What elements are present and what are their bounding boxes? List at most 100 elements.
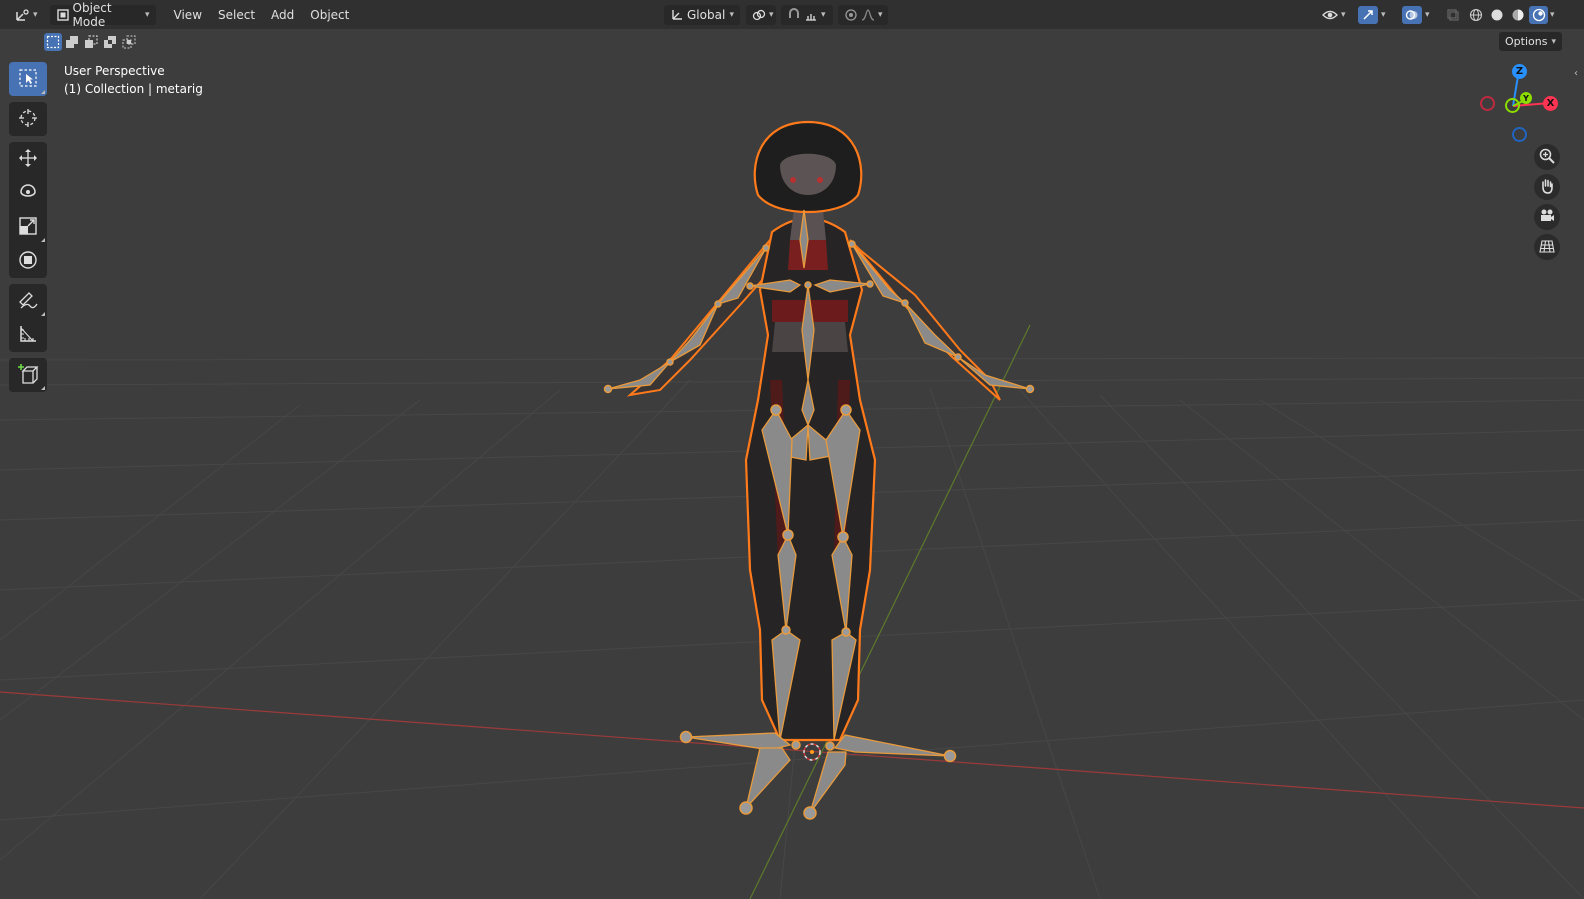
- viewport-canvas: [0, 120, 1584, 899]
- chevron-down-icon: ▾: [33, 9, 38, 20]
- rotate-icon: [18, 182, 38, 205]
- gizmo-icon: [1358, 5, 1378, 24]
- object-mode-icon: [56, 8, 70, 22]
- annotate-tool[interactable]: [9, 284, 47, 318]
- gizmo-z-label: Z: [1515, 66, 1524, 77]
- gizmo-x-axis[interactable]: X: [1543, 96, 1558, 111]
- camera-view-button[interactable]: [1534, 204, 1560, 230]
- cursor-tool[interactable]: [9, 102, 47, 136]
- pivot-point-dropdown[interactable]: ▾: [746, 4, 776, 25]
- pan-button[interactable]: [1534, 174, 1560, 200]
- gizmo-x-label: X: [1546, 98, 1555, 109]
- tool-variants-marker: [41, 312, 45, 316]
- measure-tool[interactable]: [9, 318, 47, 352]
- zoom-icon: [1539, 148, 1555, 167]
- chevron-down-icon: ▾: [878, 9, 883, 20]
- measure-icon: [18, 324, 38, 347]
- menu-select[interactable]: Select: [210, 8, 263, 22]
- select-new-icon[interactable]: [44, 32, 62, 51]
- select-difference-icon[interactable]: [101, 33, 119, 51]
- scale-tool[interactable]: [9, 210, 47, 244]
- cursor-icon: [18, 108, 38, 131]
- ortho-toggle-button[interactable]: [1534, 234, 1560, 260]
- select-box-tool[interactable]: [9, 62, 47, 96]
- pivot-point-icon: [752, 8, 766, 22]
- material-shading-icon[interactable]: [1508, 6, 1527, 24]
- hand-icon: [1539, 178, 1555, 197]
- tool-settings-bar: [0, 29, 1584, 54]
- editor-type-icon: [14, 8, 30, 22]
- tool-variants-marker: [41, 90, 45, 94]
- solid-shading-icon[interactable]: [1487, 6, 1506, 24]
- 3d-viewport[interactable]: Z X Y ‹: [0, 54, 1584, 899]
- tool-variants-marker: [41, 386, 45, 390]
- scale-icon: [18, 216, 38, 239]
- navigation-gizmo[interactable]: Z X Y: [1480, 62, 1564, 146]
- add-cube-icon: [17, 363, 39, 388]
- gizmo-y-label: Y: [1523, 93, 1529, 103]
- gizmo-toggle[interactable]: ▾: [1352, 5, 1392, 25]
- editor-type-button[interactable]: ▾: [8, 5, 44, 25]
- orientation-dropdown[interactable]: Global ▾: [664, 4, 740, 25]
- snap-icon: [787, 7, 801, 22]
- gizmo-neg-y[interactable]: [1505, 98, 1520, 113]
- sidebar-toggle-icon[interactable]: ‹: [1574, 68, 1578, 79]
- transform-orientation-icon: [670, 8, 684, 22]
- transform-tool[interactable]: [9, 244, 47, 278]
- tool-variants-marker: [41, 238, 45, 242]
- options-label: Options: [1505, 35, 1548, 48]
- proportional-editing-controls[interactable]: ▾: [838, 4, 888, 25]
- menu-view[interactable]: View: [166, 8, 210, 22]
- mode-label: Object Mode: [72, 0, 112, 29]
- proportional-editing-icon: [844, 8, 858, 22]
- menu-add[interactable]: Add: [263, 8, 302, 22]
- perspective-label: User Perspective: [64, 64, 165, 78]
- gizmo-y-axis[interactable]: Y: [1520, 92, 1532, 104]
- chevron-down-icon: ▾: [1425, 9, 1430, 20]
- falloff-icon: [861, 8, 875, 22]
- chevron-down-icon: ▾: [769, 9, 774, 20]
- wireframe-shading-icon[interactable]: [1466, 6, 1485, 24]
- add-cube-tool[interactable]: [9, 358, 47, 392]
- gizmo-neg-z[interactable]: [1512, 127, 1527, 142]
- chevron-down-icon: ▾: [821, 9, 826, 20]
- move-icon: [18, 148, 38, 171]
- chevron-down-icon: ▾: [1341, 9, 1346, 20]
- select-subtract-icon[interactable]: [82, 33, 100, 51]
- select-intersect-icon[interactable]: [120, 33, 138, 51]
- viewport-info-text: User Perspective (1) Collection | metari…: [64, 62, 203, 98]
- grid-icon: [1539, 238, 1555, 257]
- move-tool[interactable]: [9, 142, 47, 176]
- menu-object[interactable]: Object: [302, 8, 357, 22]
- chevron-down-icon: ▾: [1381, 9, 1386, 20]
- collection-label: (1) Collection | metarig: [64, 82, 203, 96]
- shading-modes: ▾: [1466, 5, 1555, 24]
- orientation-label: Global: [687, 7, 726, 22]
- xray-toggle[interactable]: [1440, 5, 1462, 25]
- chevron-down-icon: ▾: [1551, 36, 1556, 47]
- overlay-toggle[interactable]: ▾: [1396, 5, 1436, 25]
- visibility-icon: [1322, 8, 1338, 22]
- annotate-icon: [18, 290, 38, 313]
- rendered-shading-icon[interactable]: [1529, 5, 1548, 24]
- gizmo-neg-x[interactable]: [1480, 96, 1495, 111]
- snap-target-icon: [804, 8, 818, 22]
- xray-icon: [1446, 8, 1460, 22]
- select-box-icon: [18, 68, 38, 91]
- options-dropdown[interactable]: Options ▾: [1499, 32, 1562, 51]
- chevron-down-icon[interactable]: ▾: [1550, 10, 1555, 20]
- rotate-tool[interactable]: [9, 176, 47, 210]
- tool-shelf: [9, 62, 47, 392]
- camera-icon: [1539, 208, 1555, 227]
- snap-controls[interactable]: ▾: [781, 4, 833, 25]
- gizmo-z-axis[interactable]: Z: [1512, 64, 1527, 79]
- transform-icon: [18, 250, 38, 273]
- chevron-down-icon: ▾: [729, 9, 734, 20]
- mode-dropdown[interactable]: Object Mode ▾: [49, 1, 156, 29]
- chevron-down-icon: ▾: [145, 9, 150, 20]
- selection-mode-group: [44, 32, 138, 51]
- select-extend-icon[interactable]: [63, 33, 81, 51]
- visibility-dropdown[interactable]: ▾: [1316, 5, 1350, 25]
- header-menus: View Select Add Object: [166, 8, 358, 22]
- zoom-button[interactable]: [1534, 144, 1560, 170]
